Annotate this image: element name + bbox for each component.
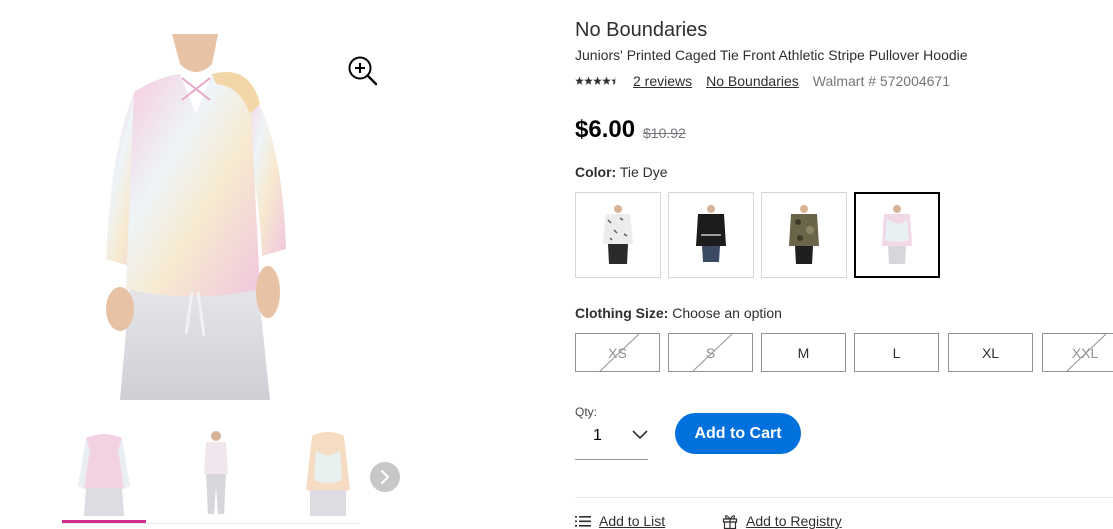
add-to-cart-button[interactable]: Add to Cart [675, 413, 801, 454]
size-option-xl[interactable]: XL [948, 333, 1033, 372]
thumbnail-front[interactable] [62, 428, 146, 523]
current-price: $6.00 [575, 116, 636, 143]
size-option-label: XL [981, 344, 1000, 361]
star-rating[interactable] [575, 76, 621, 86]
color-swatch-white-print[interactable] [575, 192, 661, 278]
main-product-image[interactable] [100, 34, 290, 400]
color-swatch-camo[interactable] [761, 192, 847, 278]
add-to-list-link[interactable]: Add to List [575, 513, 665, 529]
product-meta: 2 reviews No Boundaries Walmart # 572004… [575, 72, 950, 90]
size-option-s[interactable]: S [668, 333, 753, 372]
size-option-l[interactable]: L [854, 333, 939, 372]
thumbnail-full-body[interactable] [174, 428, 258, 520]
zoom-in-icon[interactable] [345, 53, 379, 87]
add-to-registry-label: Add to Registry [746, 513, 842, 529]
add-to-registry-link[interactable]: Add to Registry [722, 513, 842, 529]
size-option-xs[interactable]: XS [575, 333, 660, 372]
gift-icon [722, 515, 738, 529]
chevron-down-icon [632, 430, 648, 440]
chevron-right-icon[interactable] [370, 462, 400, 492]
size-prompt: Choose an option [672, 305, 782, 321]
was-price: $10.92 [643, 125, 686, 141]
divider [575, 497, 1113, 498]
list-icon [575, 516, 591, 527]
color-heading: Color: [575, 164, 617, 180]
size-option-label: L [892, 344, 901, 361]
product-title: Juniors' Printed Caged Tie Front Athleti… [575, 47, 968, 63]
reviews-link[interactable]: 2 reviews [633, 73, 692, 89]
size-option-xxl[interactable]: XXL [1042, 333, 1113, 372]
brand-title: No Boundaries [575, 19, 708, 41]
size-option-label: M [797, 344, 810, 361]
brand-link[interactable]: No Boundaries [706, 73, 799, 89]
color-swatch-tie-dye[interactable] [854, 192, 940, 278]
selected-color: Tie Dye [619, 164, 668, 180]
size-option-label: Clothing Size: Choose an option [575, 305, 782, 321]
add-to-list-label: Add to List [599, 513, 666, 529]
quantity-value: 1 [593, 427, 602, 444]
quantity-label: Qty: [575, 405, 598, 419]
size-option-m[interactable]: M [761, 333, 846, 372]
color-swatch-black[interactable] [668, 192, 754, 278]
quantity-select[interactable]: 1 [575, 420, 648, 460]
color-option-label: Color: Tie Dye [575, 164, 668, 180]
item-number: Walmart # 572004671 [812, 73, 950, 89]
thumbnail-strip [62, 428, 360, 524]
size-heading: Clothing Size: [575, 305, 669, 321]
thumbnail-back[interactable] [286, 428, 370, 520]
